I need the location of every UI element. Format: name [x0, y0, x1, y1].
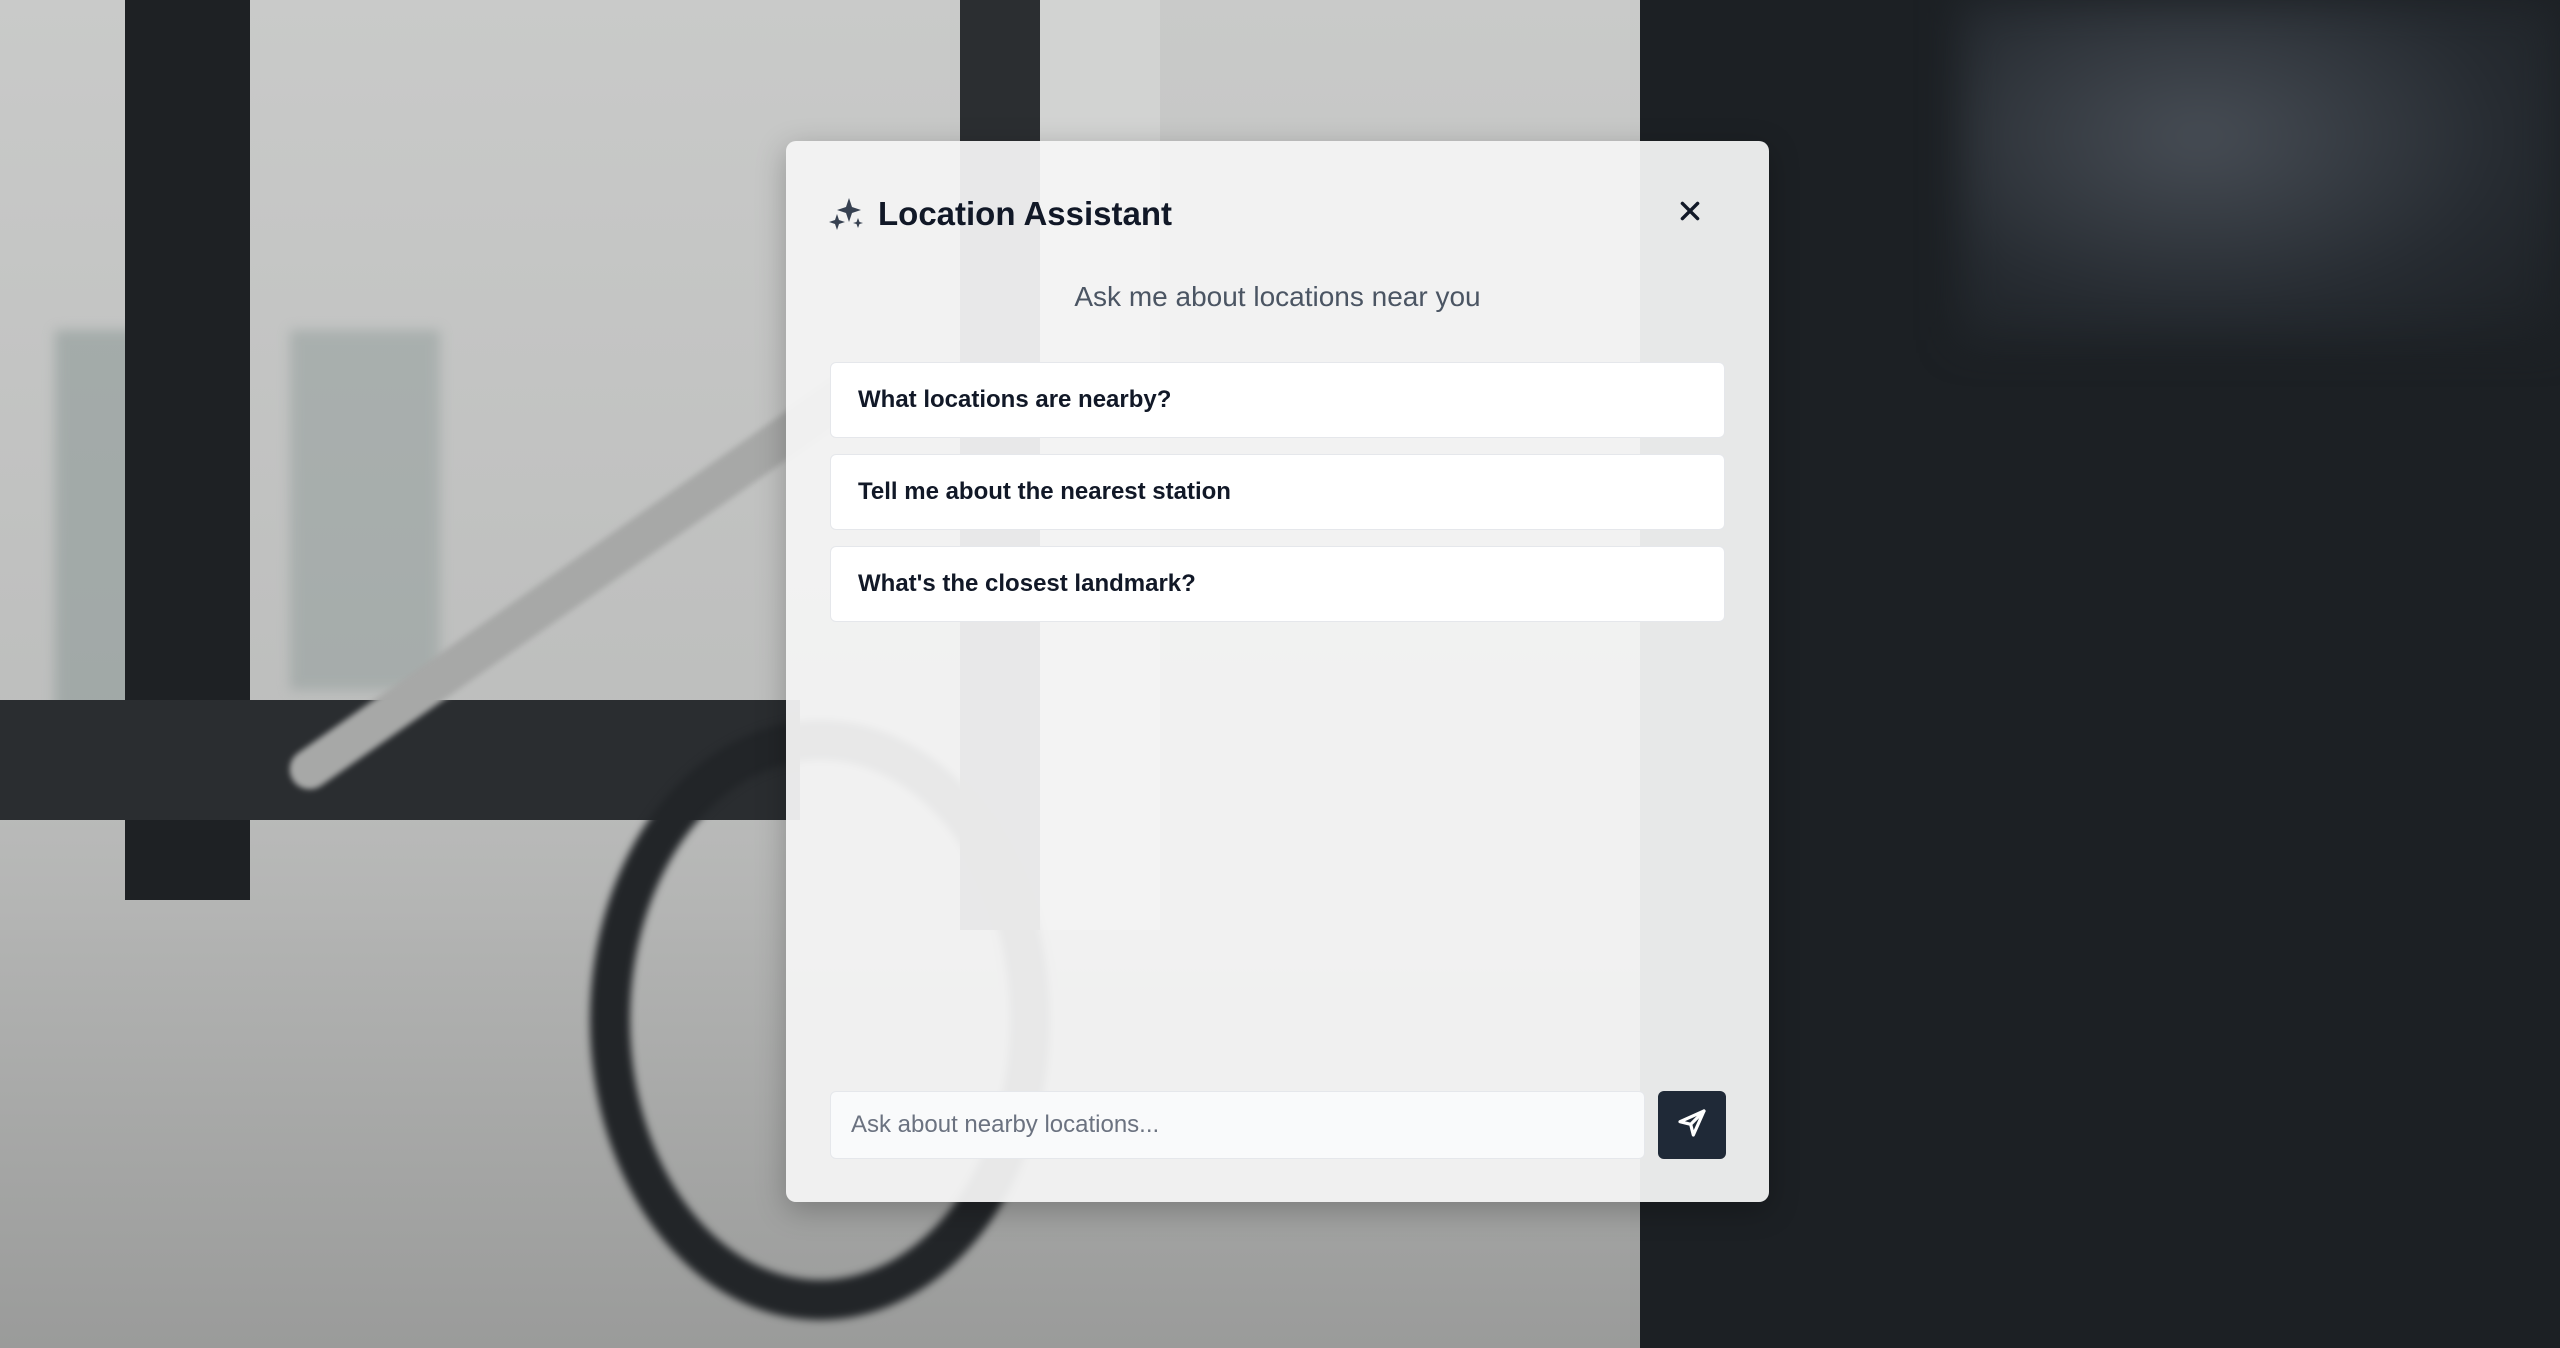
- dialog-subtitle: Ask me about locations near you: [1074, 281, 1481, 312]
- suggestion-button[interactable]: What locations are nearby?: [830, 362, 1725, 438]
- close-button[interactable]: [1666, 189, 1714, 237]
- suggestion-button[interactable]: What's the closest landmark?: [830, 546, 1725, 622]
- dialog-header: Location Assistant: [828, 195, 1172, 233]
- location-assistant-dialog: Location Assistant Ask me about location…: [786, 141, 1769, 1202]
- dialog-title: Location Assistant: [878, 195, 1172, 232]
- close-icon: [1677, 198, 1703, 229]
- composer: [830, 1091, 1726, 1159]
- send-icon: [1676, 1107, 1708, 1144]
- suggestion-list: What locations are nearby? Tell me about…: [830, 362, 1725, 638]
- suggestion-button[interactable]: Tell me about the nearest station: [830, 454, 1725, 530]
- sparkle-icon: [828, 196, 864, 232]
- send-button[interactable]: [1658, 1091, 1726, 1159]
- chat-input[interactable]: [830, 1091, 1645, 1159]
